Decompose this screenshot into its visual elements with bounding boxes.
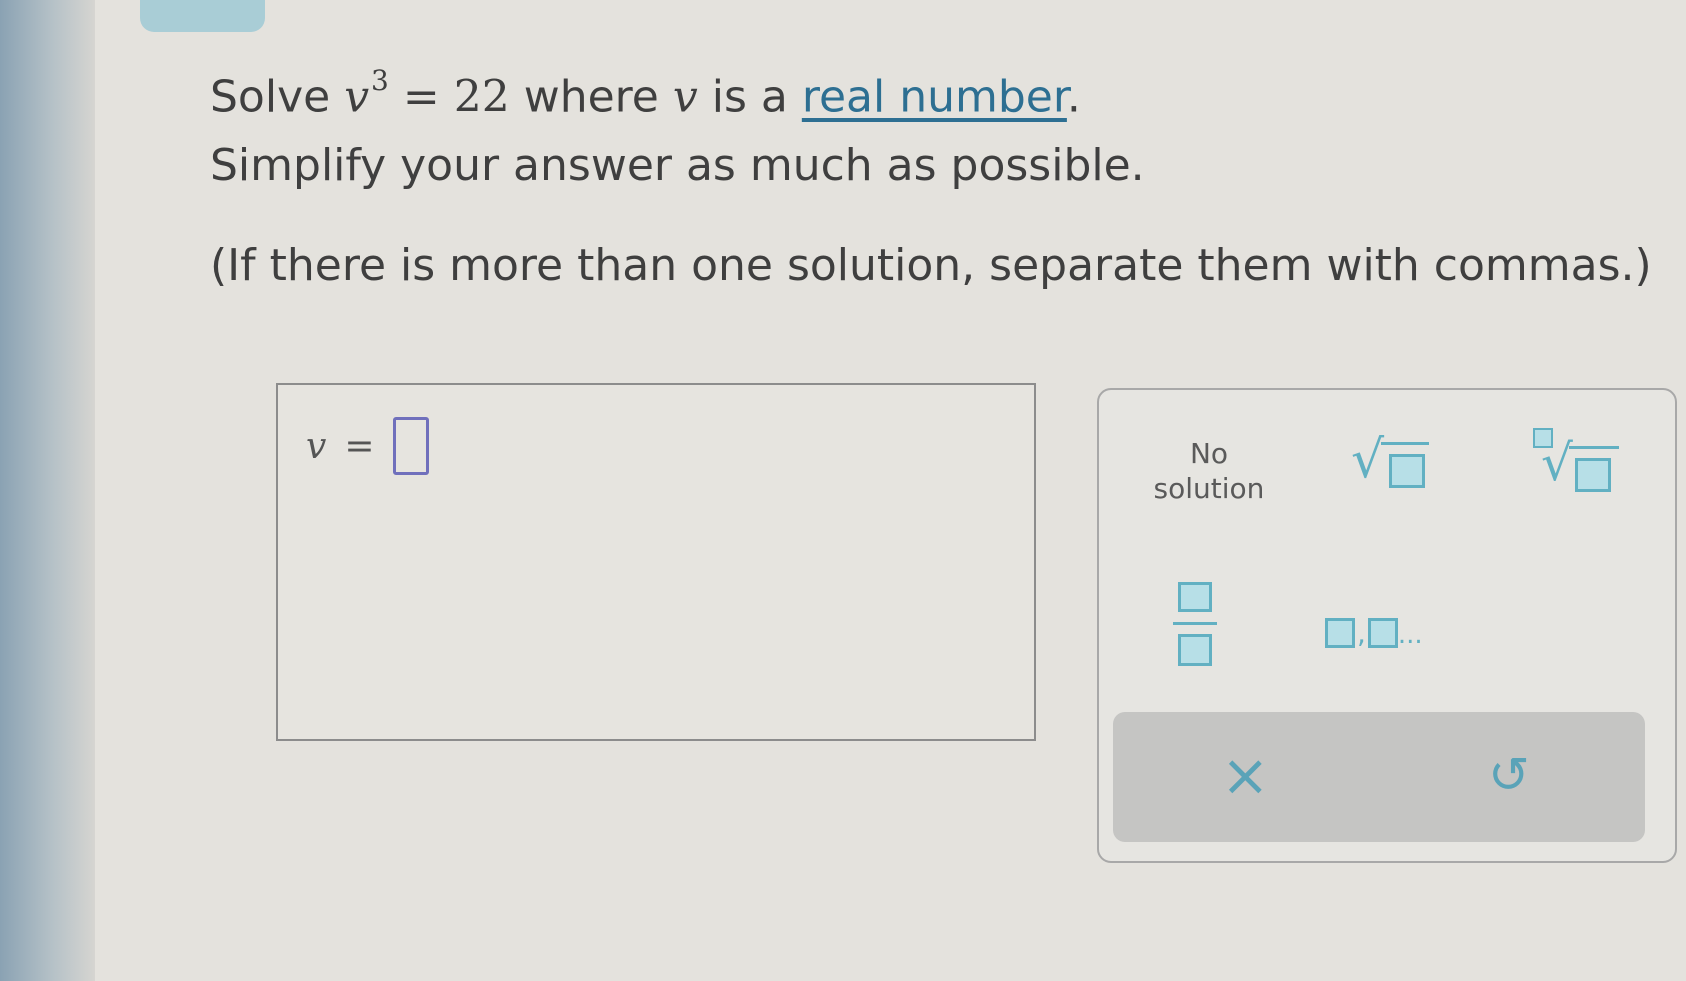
- answer-input[interactable]: [392, 417, 429, 475]
- question-line-1: Solve v3 = 22 where v is a real number.: [210, 64, 1081, 123]
- nth-root-button[interactable]: √: [1529, 428, 1629, 498]
- where-word: where: [523, 71, 659, 123]
- math-keypad: No solution √ √ , ... × ↺: [1097, 388, 1677, 863]
- list-ellipsis: ...: [1397, 620, 1423, 650]
- fraction-button[interactable]: [1173, 582, 1217, 670]
- solve-word: Solve: [210, 71, 331, 123]
- list-separator: ,: [1357, 617, 1366, 650]
- equation-exponent: 3: [371, 64, 389, 97]
- answer-equals-sign: =: [344, 425, 375, 467]
- sqrt-button[interactable]: √: [1351, 430, 1441, 494]
- no-solution-line-1: No: [1189, 437, 1229, 470]
- no-solution-button[interactable]: No solution: [1139, 436, 1279, 506]
- keypad-action-bar: × ↺: [1113, 712, 1645, 842]
- list-button[interactable]: , ...: [1325, 608, 1445, 648]
- list-box-2-icon: [1367, 618, 1398, 648]
- answer-variable: v: [306, 425, 327, 467]
- no-solution-line-2: solution: [1153, 472, 1265, 505]
- undo-icon: ↺: [1488, 746, 1530, 804]
- equation-variable: v: [344, 71, 370, 123]
- sentence-period: .: [1066, 71, 1081, 123]
- equation-rhs: = 22: [402, 71, 510, 123]
- variable-reference: v: [672, 71, 698, 123]
- clear-button[interactable]: ×: [1221, 746, 1270, 804]
- left-sidebar-strip: [0, 0, 95, 981]
- multiple-solution-note: (If there is more than one solution, sep…: [210, 240, 1652, 291]
- simplify-instruction: Simplify your answer as much as possible…: [210, 140, 1145, 191]
- clear-icon: ×: [1221, 741, 1270, 809]
- real-number-link[interactable]: real number: [802, 72, 1067, 123]
- answer-area[interactable]: v =: [276, 383, 1036, 741]
- top-tab[interactable]: [140, 0, 265, 32]
- is-a-text: is a: [711, 71, 788, 123]
- list-box-1-icon: [1325, 618, 1355, 648]
- answer-expression: v =: [306, 417, 429, 475]
- undo-button[interactable]: ↺: [1488, 746, 1530, 804]
